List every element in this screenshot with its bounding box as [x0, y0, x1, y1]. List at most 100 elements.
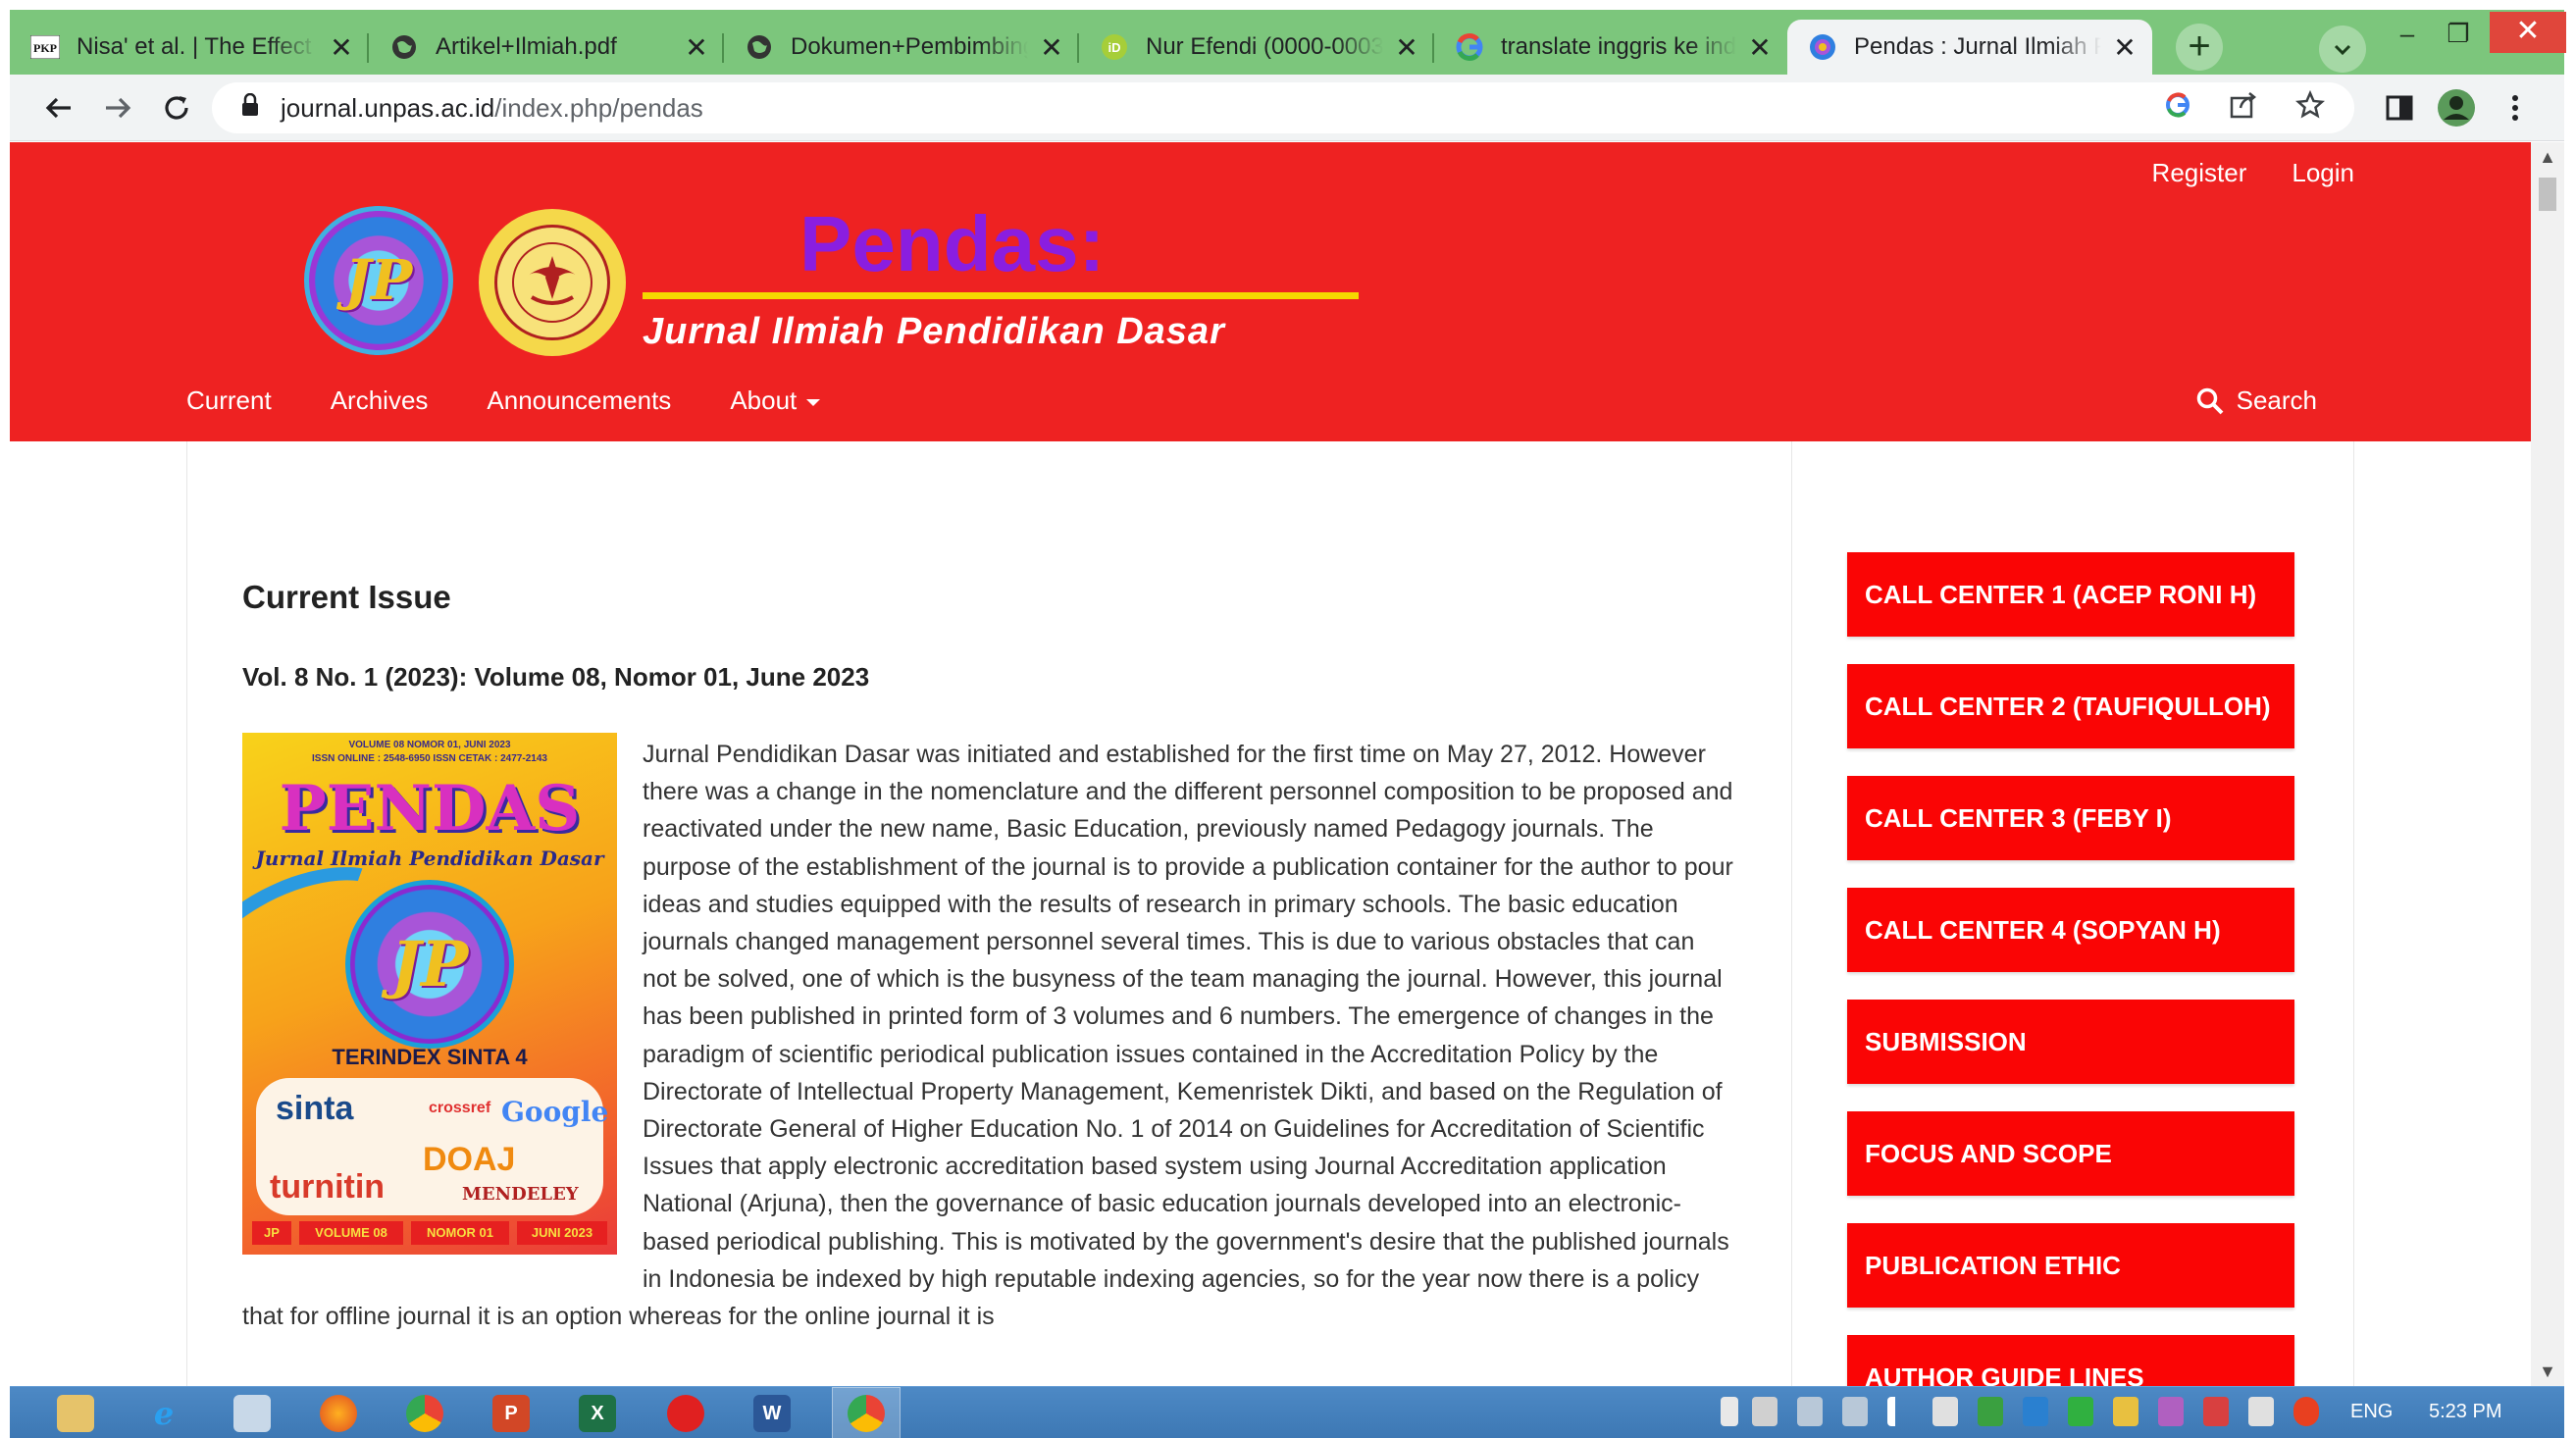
- url-host: journal.unpas.ac.id: [281, 92, 495, 123]
- tray-app-icon[interactable]: [2158, 1397, 2184, 1426]
- nav-about[interactable]: About: [730, 385, 821, 416]
- nav-archives[interactable]: Archives: [331, 385, 429, 416]
- page-scrollbar[interactable]: ▲ ▼: [2531, 142, 2564, 1386]
- tab-4[interactable]: iD Nur Efendi (0000-0003- ✕: [1079, 20, 1434, 75]
- reload-icon: [165, 96, 188, 120]
- journal-logo[interactable]: JP: [304, 206, 453, 355]
- issue-cover-image[interactable]: VOLUME 08 NOMOR 01, JUNI 2023 ISSN ONLIN…: [242, 733, 617, 1255]
- content-area: Current Issue Vol. 8 No. 1 (2023): Volum…: [186, 441, 2354, 1386]
- cover-indexers: sinta crossref Google DOAJ turnitin MEND…: [256, 1078, 608, 1215]
- call-center-1-button[interactable]: CALL CENTER 1 (ACEP RONI H): [1847, 552, 2294, 637]
- publication-ethic-button[interactable]: PUBLICATION ETHIC: [1847, 1223, 2294, 1308]
- side-panel-icon: [2386, 95, 2413, 121]
- nav-current[interactable]: Current: [186, 385, 272, 416]
- powerpoint-icon[interactable]: P: [492, 1395, 530, 1432]
- flag-icon[interactable]: [1932, 1397, 1958, 1426]
- search-link[interactable]: Search: [2195, 385, 2317, 416]
- scroll-thumb[interactable]: [2539, 178, 2556, 211]
- register-link[interactable]: Register: [2152, 158, 2247, 188]
- forward-arrow-icon: [106, 97, 131, 119]
- close-tab-icon[interactable]: ✕: [2111, 31, 2138, 64]
- tab-search-button[interactable]: [2319, 26, 2366, 73]
- url-path: /index.php/pendas: [494, 92, 703, 123]
- bookmark-star-icon[interactable]: [2295, 89, 2325, 127]
- cover-subtitle: Jurnal Ilmiah Pendidikan Dasar: [255, 847, 604, 870]
- close-tab-icon[interactable]: ✕: [1393, 31, 1420, 64]
- cover-footer: JP VOLUME 08 NOMOR 01 JUNI 2023: [252, 1221, 607, 1245]
- main-column: Current Issue Vol. 8 No. 1 (2023): Volum…: [187, 441, 1792, 1386]
- pdf-reader-icon[interactable]: [667, 1395, 704, 1432]
- tray-app-icon[interactable]: [1842, 1397, 1868, 1426]
- user-nav: Register Login: [2152, 158, 2354, 188]
- internet-explorer-icon[interactable]: e: [145, 1395, 182, 1432]
- close-tab-icon[interactable]: ✕: [328, 31, 355, 64]
- call-center-2-button[interactable]: CALL CENTER 2 (TAUFIQULLOH): [1847, 664, 2294, 748]
- call-center-3-button[interactable]: CALL CENTER 3 (FEBY I): [1847, 776, 2294, 860]
- excel-icon[interactable]: X: [579, 1395, 616, 1432]
- side-panel-button[interactable]: [2376, 84, 2423, 131]
- journal-title[interactable]: Pendas:: [799, 199, 1105, 289]
- close-tab-icon[interactable]: ✕: [683, 31, 710, 64]
- login-link[interactable]: Login: [2292, 158, 2354, 188]
- display-icon[interactable]: [1752, 1397, 1777, 1426]
- tab-2[interactable]: Artikel+Ilmiah.pdf ✕: [369, 20, 724, 75]
- file-explorer-icon[interactable]: [57, 1395, 94, 1432]
- minimize-button[interactable]: –: [2378, 14, 2437, 53]
- screen: PKP Nisa' et al. | The Effect of ✕ Artik…: [0, 0, 2576, 1438]
- tray-app-icon[interactable]: [2113, 1397, 2138, 1426]
- cover-indexer-crossref: crossref: [429, 1100, 491, 1116]
- chrome-active-icon[interactable]: [848, 1395, 885, 1432]
- globe-icon: [388, 31, 420, 63]
- chrome-menu-button[interactable]: [2492, 84, 2539, 131]
- call-center-4-button[interactable]: CALL CENTER 4 (SOPYAN H): [1847, 888, 2294, 972]
- phone-icon[interactable]: [1721, 1397, 1738, 1426]
- submission-button[interactable]: SUBMISSION: [1847, 1000, 2294, 1084]
- google-translate-icon[interactable]: [2164, 91, 2191, 126]
- lock-icon[interactable]: [241, 92, 259, 124]
- word-icon[interactable]: W: [753, 1395, 791, 1432]
- close-tab-icon[interactable]: ✕: [1746, 31, 1774, 64]
- tab-3[interactable]: Dokumen+Pembimbing ✕: [724, 20, 1079, 75]
- title-underline: [643, 292, 1359, 299]
- reload-button[interactable]: [153, 84, 200, 131]
- new-tab-button[interactable]: +: [2176, 24, 2223, 71]
- globe-icon: [744, 31, 775, 63]
- window-close-button[interactable]: ✕: [2490, 12, 2566, 53]
- author-guidelines-button[interactable]: AUTHOR GUIDE LINES: [1847, 1335, 2294, 1386]
- google-icon: [1454, 31, 1485, 63]
- share-icon[interactable]: [2229, 90, 2258, 127]
- language-indicator[interactable]: ENG: [2350, 1401, 2393, 1423]
- orcid-icon: iD: [1099, 31, 1130, 63]
- tray-app-icon[interactable]: [2203, 1397, 2229, 1426]
- scroll-up-arrow-icon[interactable]: ▲: [2531, 142, 2564, 172]
- address-bar[interactable]: journal.unpas.ac.id/index.php/pendas: [212, 82, 2354, 133]
- tray-app-icon[interactable]: [2023, 1397, 2048, 1426]
- firefox-icon[interactable]: [320, 1395, 357, 1432]
- tab-title: Pendas : Jurnal Ilmiah P: [1854, 33, 2101, 60]
- restore-button[interactable]: ❐: [2429, 14, 2488, 53]
- volume-icon[interactable]: [2248, 1397, 2274, 1426]
- close-tab-icon[interactable]: ✕: [1038, 31, 1065, 64]
- tab-1[interactable]: PKP Nisa' et al. | The Effect of ✕: [10, 20, 369, 75]
- focus-and-scope-button[interactable]: FOCUS AND SCOPE: [1847, 1111, 2294, 1196]
- profile-button[interactable]: [2433, 84, 2480, 131]
- tray-app-icon[interactable]: [1978, 1397, 2003, 1426]
- chrome-icon[interactable]: [406, 1395, 443, 1432]
- university-seal: [479, 209, 626, 356]
- tab-active[interactable]: Pendas : Jurnal Ilmiah P ✕: [1787, 20, 2152, 75]
- forward-button[interactable]: [94, 84, 141, 131]
- scroll-down-arrow-icon[interactable]: ▼: [2531, 1357, 2564, 1386]
- primary-nav: Current Archives Announcements About: [186, 385, 821, 416]
- cover-logo: JP: [345, 880, 514, 1049]
- tray-app-icon[interactable]: [2293, 1397, 2319, 1426]
- nav-announcements[interactable]: Announcements: [487, 385, 671, 416]
- tray-app-icon[interactable]: [1797, 1397, 1823, 1426]
- issue-title-link[interactable]: Vol. 8 No. 1 (2023): Volume 08, Nomor 01…: [242, 662, 869, 693]
- tab-5[interactable]: translate inggris ke indo ✕: [1434, 20, 1787, 75]
- network-signal-icon[interactable]: [1887, 1397, 1913, 1426]
- taskbar-clock[interactable]: 5:23 PM: [2429, 1401, 2501, 1423]
- control-panel-icon[interactable]: [233, 1395, 271, 1432]
- nav-about-label: About: [730, 385, 798, 415]
- back-button[interactable]: [35, 84, 82, 131]
- google-drive-icon[interactable]: [2068, 1397, 2093, 1426]
